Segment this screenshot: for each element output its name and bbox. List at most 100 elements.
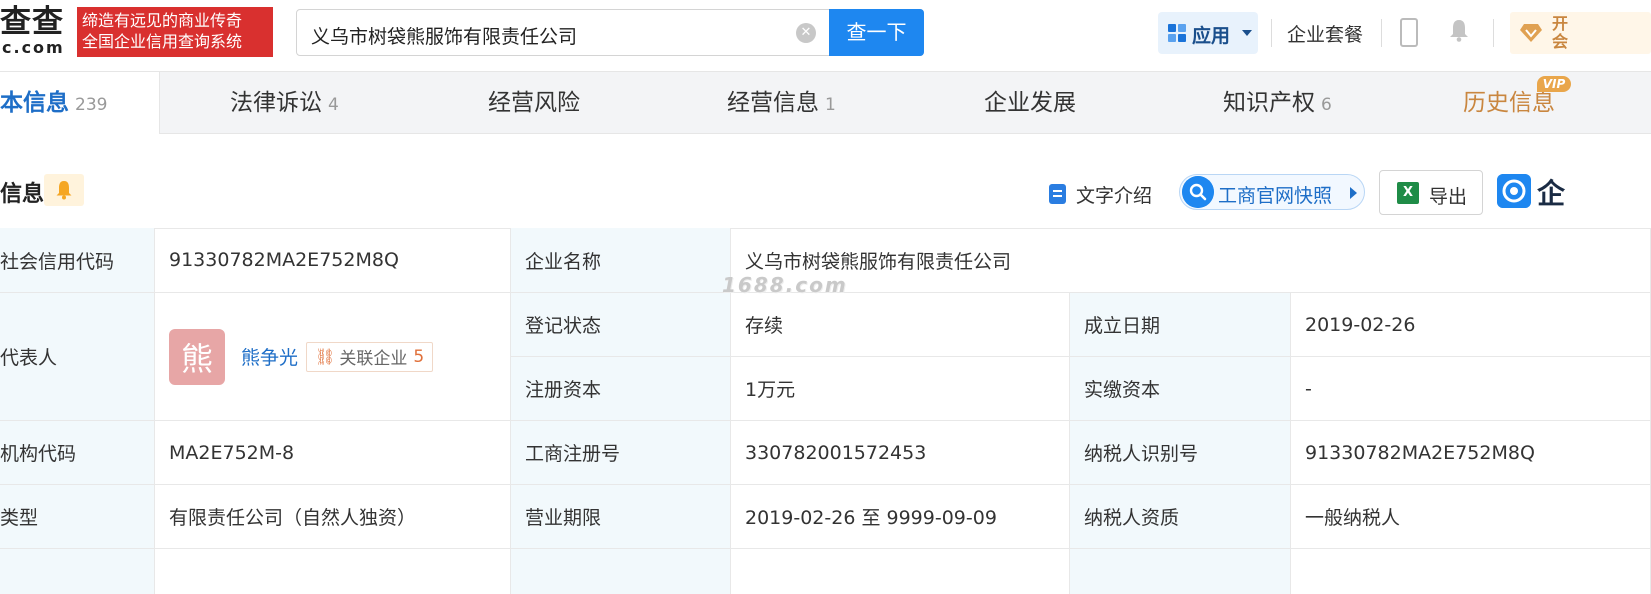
value-next-row <box>731 549 1070 594</box>
mobile-icon[interactable] <box>1400 18 1418 47</box>
value-credit-code: 91330782MA2E752M8Q <box>155 228 511 293</box>
tab-history-label: 历史信息 <box>1463 90 1555 116</box>
value-org-code: MA2E752M-8 <box>155 421 511 485</box>
tab-legal[interactable]: 法律诉讼 4 <box>230 72 339 136</box>
open-vip-label: 开 会 <box>1552 15 1568 51</box>
divider <box>1271 19 1272 47</box>
paid-capital-label: 实缴资本 <box>1084 379 1161 401</box>
related-companies-button[interactable]: ⛓ 关联企业 5 <box>306 341 434 372</box>
open-vip-button[interactable]: 开 会 <box>1510 12 1651 54</box>
value-biz-reg-no: 330782001572453 <box>731 421 1070 485</box>
tab-development-label: 企业发展 <box>984 90 1076 116</box>
enterprise-suite-link[interactable]: 企业套餐 <box>1287 20 1363 47</box>
vip-text-line-2: 会 <box>1552 32 1569 51</box>
company-type-value: 有限责任公司（自然人独资） <box>169 507 417 529</box>
tab-development[interactable]: 企业发展 <box>984 72 1076 134</box>
label-company-type: 类型 <box>0 485 155 549</box>
bell-icon <box>56 181 72 200</box>
value-next-row <box>155 549 511 594</box>
label-next-row <box>511 549 731 594</box>
value-company-type: 有限责任公司（自然人独资） <box>155 485 511 549</box>
tab-operation-info[interactable]: 经营信息 1 <box>727 72 836 136</box>
apps-grid-icon <box>1168 24 1186 42</box>
credit-code-value[interactable]: 91330782MA2E752M8Q <box>169 249 399 271</box>
snapshot-label: 工商官网快照 <box>1218 185 1333 207</box>
vip-text-line-1: 开 <box>1552 14 1569 33</box>
founded-value: 2019-02-26 <box>1305 313 1416 336</box>
taxpayer-id-value[interactable]: 91330782MA2E752M8Q <box>1305 442 1535 464</box>
search-input-value[interactable]: 义乌市树袋熊服饰有限责任公司 <box>311 22 577 49</box>
legal-rep-label: 代表人 <box>0 347 58 369</box>
logo-domain: c.com <box>2 38 65 57</box>
related-label: 关联企业 <box>339 349 408 369</box>
value-founded: 2019-02-26 <box>1291 293 1651 357</box>
export-button[interactable]: X 导出 <box>1379 170 1483 215</box>
excel-icon: X <box>1397 182 1419 204</box>
notification-bell-icon[interactable] <box>1449 18 1469 42</box>
label-company-name: 企业名称 <box>511 228 731 293</box>
avatar-char: 熊 <box>180 339 213 378</box>
slogan-line-1: 缔造有远见的商业传奇 <box>82 11 243 30</box>
apps-button[interactable]: 应用 <box>1158 12 1258 54</box>
tab-count: 239 <box>75 95 108 115</box>
tab-count: 6 <box>1321 95 1332 115</box>
logo[interactable]: 查查 <box>0 4 64 40</box>
tab-label: 本信息 239 <box>0 72 107 136</box>
biz-reg-no-value[interactable]: 330782001572453 <box>745 442 926 464</box>
tab-ip[interactable]: 知识产权 6 <box>1223 72 1332 136</box>
label-reg-status: 登记状态 <box>511 293 731 357</box>
tab-operation-info-label: 经营信息 <box>727 90 819 116</box>
search-button[interactable]: 查一下 <box>829 9 924 56</box>
qi-logo-icon[interactable] <box>1497 174 1531 208</box>
company-name-label: 企业名称 <box>525 250 602 273</box>
label-taxpayer-id: 纳税人识别号 <box>1070 421 1291 485</box>
label-biz-reg-no: 工商注册号 <box>511 421 731 485</box>
divider <box>1493 19 1494 47</box>
tab-count: 1 <box>825 95 836 115</box>
text-intro-button[interactable]: 文字介绍 <box>1049 181 1152 208</box>
tab-operation-risk[interactable]: 经营风险 <box>488 72 580 134</box>
taxpayer-qual-value: 一般纳税人 <box>1305 507 1401 529</box>
tab-bar: 本信息 239 法律诉讼 4 经营风险 经营信息 1 企业发展 知识产权 6 历史信息 … <box>0 72 1651 134</box>
tab-ip-label: 知识产权 <box>1223 90 1315 116</box>
taxpayer-id-label: 纳税人识别号 <box>1084 443 1199 465</box>
network-icon: ⛓ <box>315 347 336 366</box>
reg-capital-label: 注册资本 <box>525 379 602 401</box>
tab-basic-info-label: 本信息 <box>0 90 69 116</box>
tab-count: 4 <box>328 95 339 115</box>
clear-icon[interactable]: ✕ <box>796 23 816 43</box>
avatar[interactable]: 熊 <box>169 328 225 385</box>
biz-term-value: 2019-02-26 至 9999-09-09 <box>745 507 997 529</box>
vip-badge: VIP <box>1537 76 1571 92</box>
monitor-button[interactable] <box>44 174 84 206</box>
founded-label: 成立日期 <box>1084 315 1161 337</box>
value-reg-status: 存续 <box>731 293 1070 357</box>
label-paid-capital: 实缴资本 <box>1070 357 1291 421</box>
official-snapshot-button[interactable]: 工商官网快照 <box>1179 174 1365 210</box>
value-reg-capital: 1万元 <box>731 357 1070 421</box>
apps-label: 应用 <box>1192 25 1231 47</box>
credit-code-label: 社会信用代码 <box>0 250 115 273</box>
paid-capital-value: - <box>1305 377 1312 400</box>
legal-rep-link[interactable]: 熊争光 <box>241 343 298 370</box>
value-legal-rep: 熊 熊争光 ⛓ 关联企业 5 <box>155 293 511 421</box>
label-next-row <box>0 549 155 594</box>
value-biz-term: 2019-02-26 至 9999-09-09 <box>731 485 1070 549</box>
divider <box>1381 19 1382 47</box>
related-count: 5 <box>413 346 425 367</box>
label-taxpayer-qual: 纳税人资质 <box>1070 485 1291 549</box>
value-company-name: 义乌市树袋熊服饰有限责任公司 <box>731 228 1651 293</box>
export-label: 导出 <box>1429 186 1468 208</box>
qi-label: 企 <box>1537 177 1566 210</box>
tab-operation-risk-label: 经营风险 <box>488 90 580 116</box>
org-code-value[interactable]: MA2E752M-8 <box>169 442 294 464</box>
company-name-value[interactable]: 义乌市树袋熊服饰有限责任公司 <box>745 247 1011 274</box>
chevron-down-icon <box>1242 30 1252 36</box>
tab-basic-info[interactable]: 本信息 239 <box>0 72 160 134</box>
section-title: 信息 <box>0 182 45 207</box>
label-legal-rep: 代表人 <box>0 293 155 421</box>
reg-capital-value: 1万元 <box>745 379 796 401</box>
top-header: 查查 c.com 缔造有远见的商业传奇 全国企业信用查询系统 义乌市树袋熊服饰有… <box>0 0 1651 72</box>
org-code-label: 机构代码 <box>0 443 77 465</box>
company-type-label: 类型 <box>0 507 39 529</box>
